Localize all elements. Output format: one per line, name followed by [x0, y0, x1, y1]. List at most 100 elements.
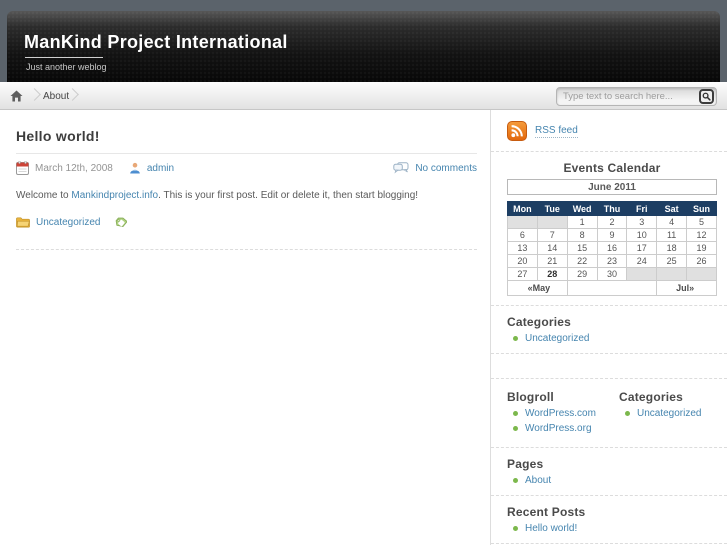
list-item: WordPress.org [507, 423, 619, 434]
site-header: ManKind Project International Just anoth… [7, 11, 720, 82]
calendar-empty-cell [656, 267, 688, 281]
calendar-day: 29 [566, 267, 598, 281]
calendar-empty-cell [536, 215, 568, 229]
title-underline [25, 57, 103, 58]
sidebar-divider [491, 543, 727, 544]
sidebar-divider [491, 447, 727, 448]
site-title[interactable]: ManKind Project International [24, 32, 288, 53]
calendar-day: 26 [686, 254, 717, 268]
post-meta-row: March 12th, 2008 admin No comments [16, 161, 477, 175]
categories-list: Uncategorized [507, 333, 717, 344]
calendar-icon [16, 161, 29, 175]
bullet-icon [625, 411, 630, 416]
widget-title-categories: Categories [507, 315, 572, 329]
search-button[interactable] [699, 89, 714, 104]
calendar-day: 9 [596, 228, 628, 242]
sidebar-link[interactable]: WordPress.com [525, 408, 596, 419]
calendar-day: 20 [507, 254, 538, 268]
prev-month-link[interactable]: «May [507, 280, 568, 296]
folder-icon [16, 217, 30, 228]
site-tagline: Just another weblog [26, 62, 107, 72]
calendar-day: 15 [566, 241, 598, 255]
calendar-day: 3 [626, 215, 658, 229]
calendar-day-header: Thu [596, 201, 628, 216]
post-title-rule [16, 153, 477, 154]
sidebar-link[interactable]: Uncategorized [637, 408, 701, 419]
post-title[interactable]: Hello world! [16, 128, 100, 144]
calendar-month-caption: June 2011 [507, 179, 717, 195]
sidebar-link[interactable]: About [525, 475, 551, 486]
user-icon [129, 162, 141, 174]
calendar-day: 21 [536, 254, 568, 268]
recent-posts-list: Hello world! [507, 523, 717, 534]
category-link[interactable]: Uncategorized [36, 217, 100, 228]
blogroll-widget: Blogroll WordPress.com WordPress.org [507, 388, 619, 438]
calendar-day: 18 [656, 241, 688, 255]
widget-title-blogroll: Blogroll [507, 390, 554, 404]
calendar-day: 28 [536, 267, 568, 281]
search-box [556, 87, 717, 106]
nav-item-about[interactable]: About [43, 91, 69, 102]
calendar-day-header: Fri [626, 201, 658, 216]
calendar-day: 8 [566, 228, 598, 242]
bullet-icon [513, 426, 518, 431]
calendar-day: 16 [596, 241, 628, 255]
bullet-icon [513, 526, 518, 531]
post-date: March 12th, 2008 [35, 162, 113, 174]
tag-icon [114, 216, 128, 229]
calendar-footer-row: «May Jul» [507, 280, 717, 296]
sidebar-link[interactable]: WordPress.org [525, 423, 592, 434]
calendar-day: 11 [656, 228, 688, 242]
sidebar-link[interactable]: Hello world! [525, 523, 577, 534]
bullet-icon [513, 411, 518, 416]
post-body-link[interactable]: Mankindproject.info [71, 190, 158, 201]
post-body-text: . This is your first post. Edit or delet… [158, 190, 419, 201]
calendar-day: 24 [626, 254, 658, 268]
calendar-day: 4 [656, 215, 688, 229]
calendar-day-header: Tue [536, 201, 568, 216]
bullet-icon [513, 336, 518, 341]
list-item: Uncategorized [619, 408, 717, 419]
categories2-widget: Categories Uncategorized [619, 388, 717, 438]
calendar-day: 14 [536, 241, 568, 255]
pages-list: About [507, 475, 717, 486]
calendar-day: 25 [656, 254, 688, 268]
calendar-day: 10 [626, 228, 658, 242]
categories2-list: Uncategorized [619, 408, 717, 419]
list-item: About [507, 475, 717, 486]
next-month-link[interactable]: Jul» [656, 280, 717, 296]
events-calendar: Mon Tue Wed Thu Fri Sat Sun 1 2 3 4 5 6 7 8 9 10 11 12 13 1… [507, 201, 717, 296]
calendar-day-header: Mon [507, 201, 538, 216]
list-item: Hello world! [507, 523, 717, 534]
calendar-day: 23 [596, 254, 628, 268]
sidebar-divider [491, 378, 727, 379]
list-item: WordPress.com [507, 408, 619, 419]
calendar-day: 22 [566, 254, 598, 268]
bullet-icon [513, 478, 518, 483]
author-link[interactable]: admin [147, 163, 174, 174]
calendar-day: 1 [566, 215, 598, 229]
rss-feed-link[interactable]: RSS feed [535, 125, 578, 138]
sidebar-split-row: Blogroll WordPress.com WordPress.org Cate… [507, 388, 717, 438]
post-divider [16, 249, 477, 250]
search-input[interactable] [563, 89, 693, 104]
comments-link[interactable]: No comments [415, 163, 477, 174]
blogroll-list: WordPress.com WordPress.org [507, 408, 619, 434]
recent-posts-widget: Recent Posts Hello world! [507, 505, 717, 534]
calendar-day: 6 [507, 228, 538, 242]
home-icon [10, 90, 23, 102]
rss-icon[interactable] [507, 121, 527, 141]
home-button[interactable] [8, 89, 24, 103]
post-body-text: Welcome to [16, 190, 72, 201]
calendar-day: 7 [536, 228, 568, 242]
calendar-empty-cell [507, 215, 538, 229]
sidebar-divider [491, 151, 727, 152]
list-item: Uncategorized [507, 333, 717, 344]
sidebar-divider [491, 495, 727, 496]
sidebar-link[interactable]: Uncategorized [525, 333, 589, 344]
categories-widget: Categories Uncategorized [507, 315, 717, 344]
comments-icon [393, 162, 409, 174]
calendar-day-header-row: Mon Tue Wed Thu Fri Sat Sun [507, 201, 717, 216]
sidebar-divider [491, 305, 727, 306]
calendar-day: 27 [507, 267, 538, 281]
